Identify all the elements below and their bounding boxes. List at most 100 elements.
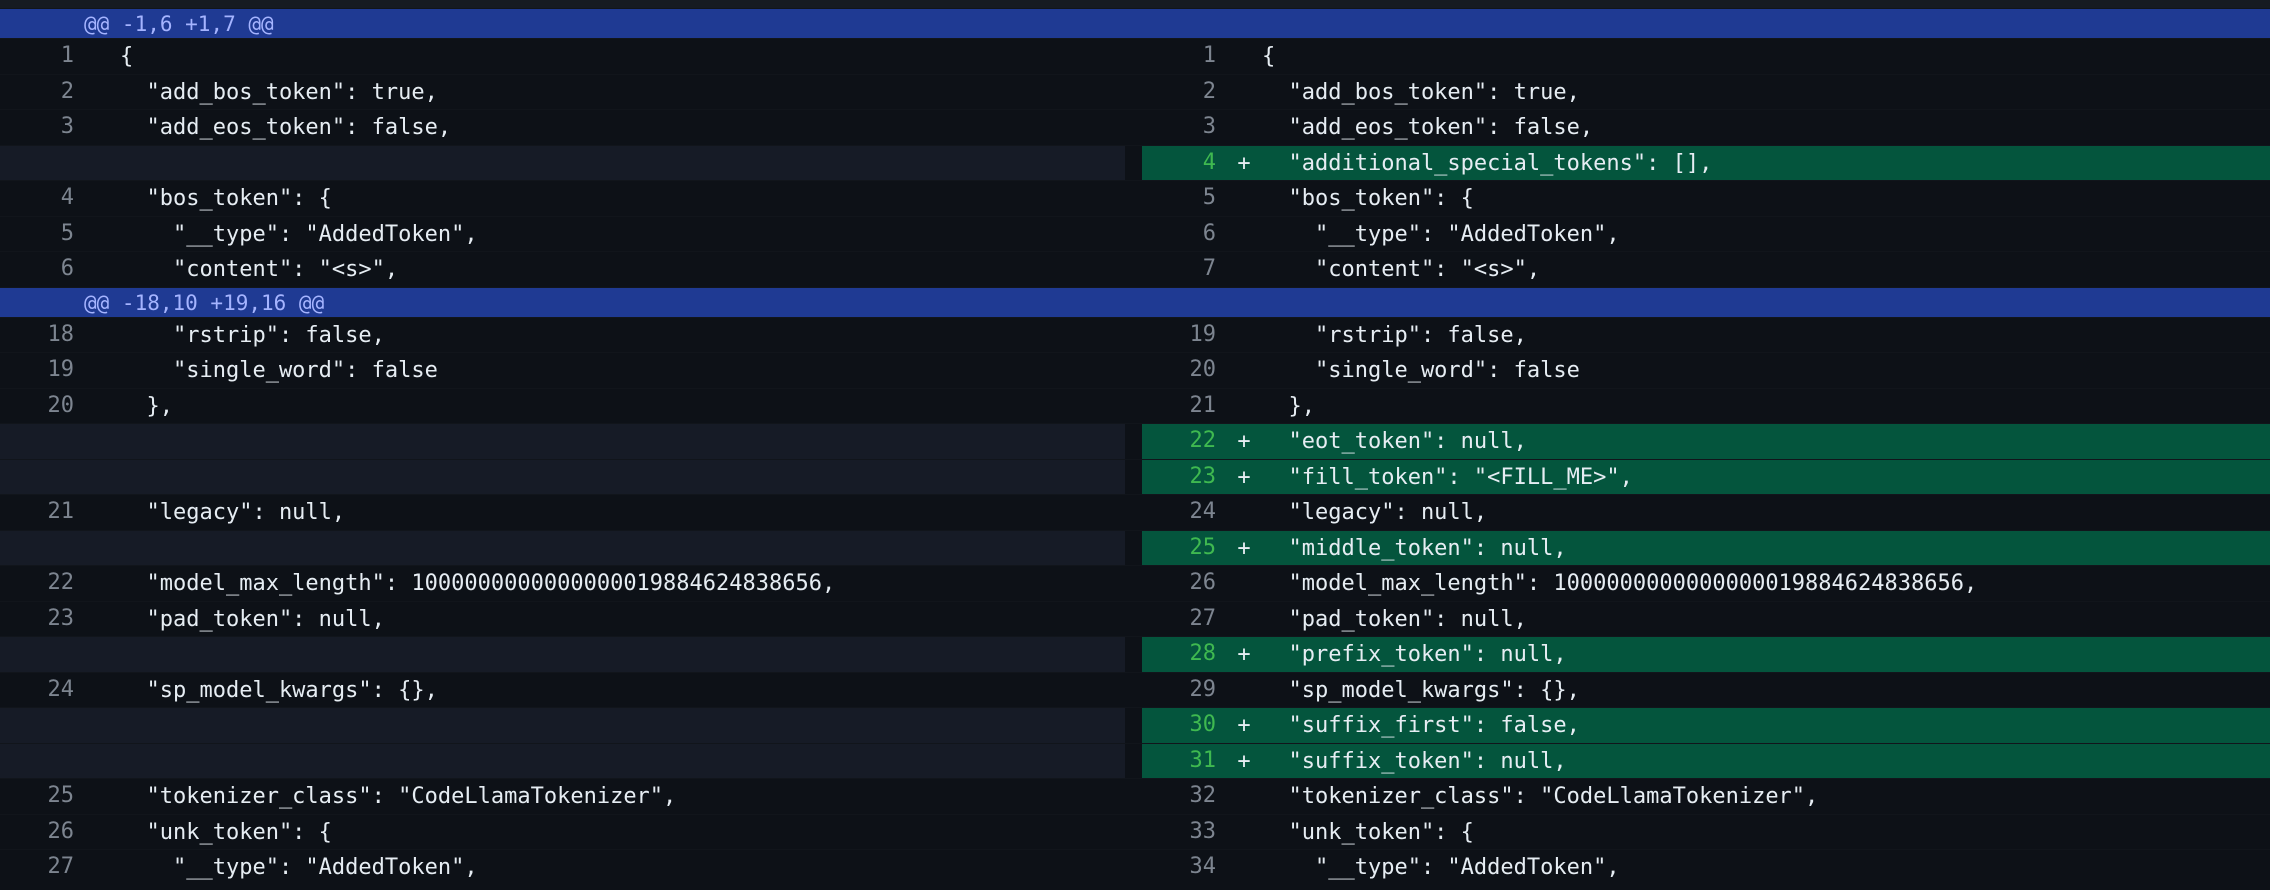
added-marker: + (1237, 713, 1251, 738)
right-side: 7 "content": "<s>", (1142, 252, 2270, 287)
left-line-number (0, 424, 84, 459)
hunk-header-row: @@ -18,10 +19,16 @@ (0, 287, 2270, 317)
left-line-number: 2 (0, 74, 84, 109)
hunk-gutter (0, 9, 84, 38)
diff-row: 30 + "suffix_first": false, (0, 707, 2270, 743)
right-line-number: 7 (1142, 252, 1226, 287)
left-side (0, 459, 1125, 495)
right-line-number: 6 (1142, 216, 1226, 251)
left-code: "rstrip": false, (120, 322, 385, 348)
right-line-number: 29 (1142, 672, 1226, 707)
column-separator (1125, 252, 1142, 287)
left-side: 18 "rstrip": false, (0, 317, 1125, 352)
column-separator (1125, 566, 1142, 601)
right-line-number: 19 (1142, 317, 1226, 352)
left-side (0, 424, 1125, 459)
diff-row: 23 "pad_token": null, 27 "pad_token": nul… (0, 601, 2270, 636)
right-code: "bos_token": { (1262, 186, 1474, 211)
split-diff-view: @@ -1,6 +1,7 @@ 1{1{2 "add_bos_token": tr… (0, 0, 2270, 890)
left-line-number: 25 (0, 779, 84, 814)
right-side: 22 + "eot_token": null, (1142, 424, 2270, 459)
column-separator (1125, 672, 1142, 707)
left-line-number (0, 708, 84, 743)
right-code: "legacy": null, (1262, 500, 1488, 525)
added-marker (1226, 353, 1262, 388)
left-marker (84, 252, 120, 287)
left-code: "model_max_length": 10000000000000000198… (120, 571, 836, 596)
left-line-number: 6 (0, 252, 84, 287)
left-marker (84, 75, 120, 110)
right-line-number: 33 (1142, 814, 1226, 849)
right-code: "fill_token": "<FILL_ME>", (1262, 464, 1633, 490)
right-code: { (1262, 44, 1276, 69)
top-scroll-strip (0, 0, 2270, 8)
left-line-number (0, 459, 84, 494)
column-separator (1125, 9, 1142, 38)
added-marker: + (1237, 642, 1251, 667)
right-side: 30 + "suffix_first": false, (1142, 708, 2270, 743)
column-separator (1125, 850, 1142, 885)
left-line-number (0, 530, 84, 565)
diff-row: 4 + "additional_special_tokens": [], (0, 145, 2270, 180)
right-code: "additional_special_tokens": [], (1262, 150, 1713, 176)
added-marker (1226, 815, 1262, 850)
added-marker: + (1237, 535, 1251, 561)
right-side: 19 "rstrip": false, (1142, 317, 2270, 352)
added-marker: + (1237, 748, 1251, 774)
right-code: "__type": "AddedToken", (1262, 855, 1620, 880)
left-line-number: 1 (0, 39, 84, 74)
left-side: 19 "single_word": false (0, 353, 1125, 388)
right-side: 31 + "suffix_token": null, (1142, 743, 2270, 778)
left-line-number (0, 145, 84, 180)
right-line-number: 2 (1142, 74, 1226, 109)
left-line-number: 18 (0, 317, 84, 352)
right-code: "sp_model_kwargs": {}, (1262, 677, 1580, 703)
left-side: 5 "__type": "AddedToken", (0, 216, 1125, 251)
left-marker (84, 460, 120, 495)
diff-row: 20 }, 21 }, (0, 388, 2270, 423)
added-marker (1226, 850, 1262, 885)
left-side: 22 "model_max_length": 10000000000000000… (0, 566, 1125, 601)
right-side: 26 "model_max_length": 10000000000000000… (1142, 566, 2270, 601)
column-separator (1125, 216, 1142, 251)
diff-row: 22 "model_max_length": 10000000000000000… (0, 565, 2270, 601)
right-line-number: 27 (1142, 601, 1226, 636)
added-marker: + (1237, 464, 1251, 490)
diff-row: 25 + "middle_token": null, (0, 530, 2270, 566)
right-line-number: 30 (1142, 708, 1226, 743)
left-marker (84, 424, 120, 459)
right-line-number: 20 (1142, 353, 1226, 388)
left-code: { (120, 44, 134, 69)
left-marker (84, 708, 120, 743)
diff-row: 5 "__type": "AddedToken", 6 "__type": "Ad… (0, 216, 2270, 251)
column-separator (1125, 814, 1142, 849)
diff-row: 28 + "prefix_token": null, (0, 636, 2270, 672)
left-side (0, 145, 1125, 180)
left-code: "add_eos_token": false, (120, 115, 452, 140)
left-code: "__type": "AddedToken", (120, 855, 478, 880)
left-line-number (0, 637, 84, 672)
right-side: 25 + "middle_token": null, (1142, 530, 2270, 565)
left-side: 21 "legacy": null, (0, 495, 1125, 530)
left-line-number (0, 743, 84, 778)
column-separator (1125, 779, 1142, 814)
left-marker (84, 637, 120, 672)
hunk-header-left: @@ -18,10 +19,16 @@ (0, 287, 1125, 317)
hunk-header-left: @@ -1,6 +1,7 @@ (0, 9, 1125, 38)
right-line-number: 24 (1142, 495, 1226, 530)
diff-rows: @@ -1,6 +1,7 @@ 1{1{2 "add_bos_token": tr… (0, 8, 2270, 885)
column-separator (1125, 743, 1142, 778)
column-separator (1125, 181, 1142, 216)
right-code: "eot_token": null, (1262, 429, 1527, 454)
column-separator (1125, 459, 1142, 494)
left-line-number: 3 (0, 110, 84, 145)
left-marker (84, 531, 120, 566)
left-side: 24 "sp_model_kwargs": {}, (0, 672, 1125, 707)
left-marker (84, 779, 120, 814)
column-separator (1125, 74, 1142, 109)
right-side: 21 }, (1142, 388, 2270, 423)
left-marker (84, 566, 120, 601)
right-code: "add_eos_token": false, (1262, 115, 1594, 140)
diff-row: 1{1{ (0, 38, 2270, 74)
left-code: "content": "<s>", (120, 257, 399, 282)
